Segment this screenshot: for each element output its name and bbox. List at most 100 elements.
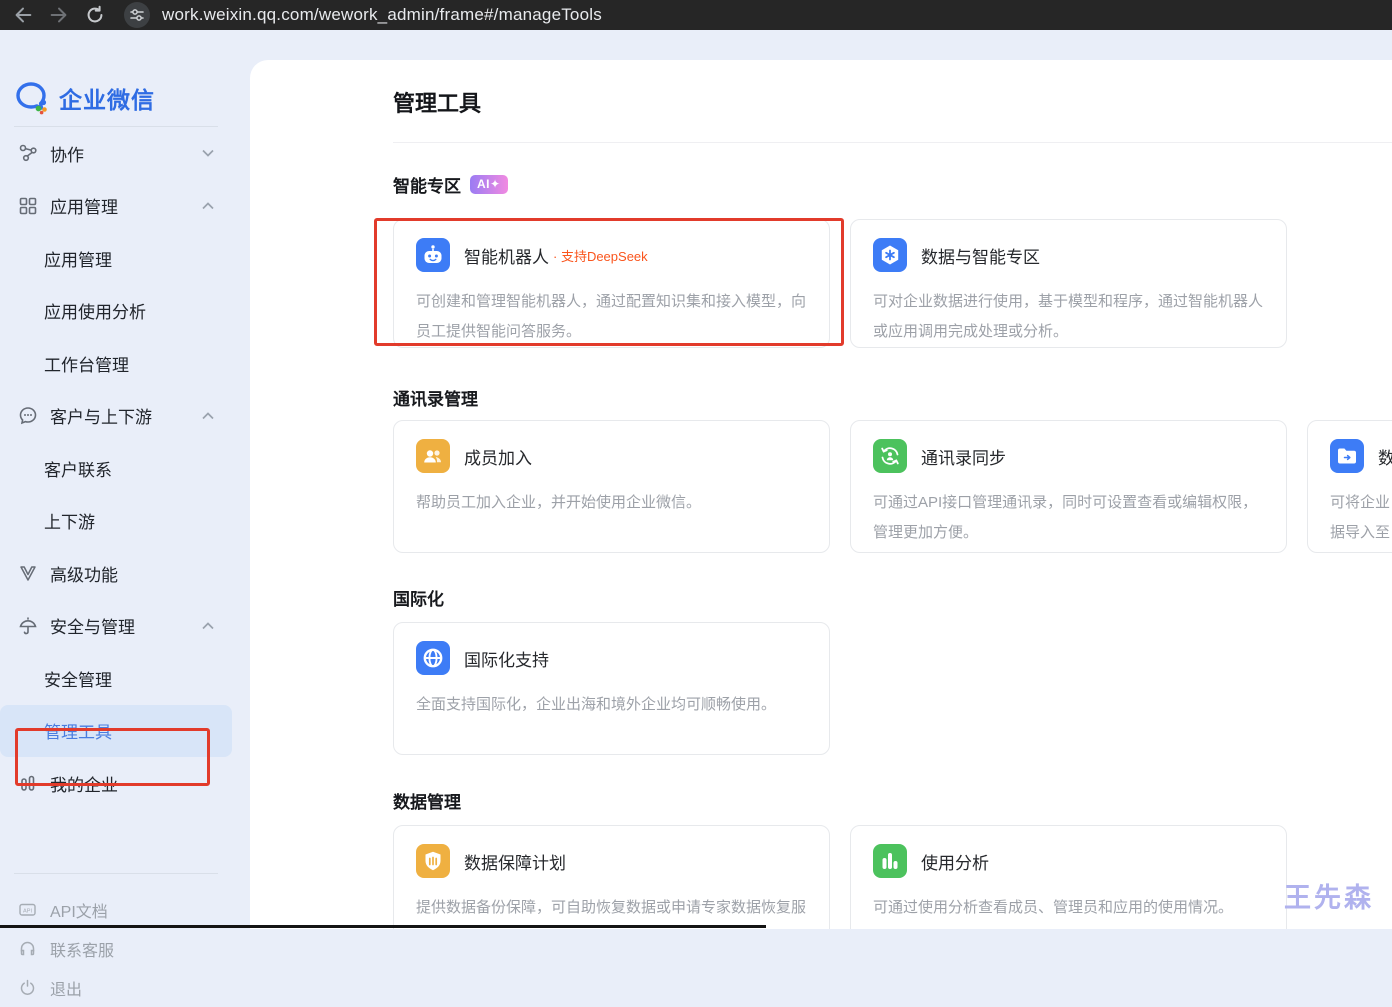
members-icon (416, 439, 450, 473)
card-row-ai-zone: 智能机器人 · 支持DeepSeek 可创建和管理智能机器人，通过配置知识集和接… (393, 219, 1287, 348)
forward-icon[interactable] (48, 4, 70, 26)
wework-logo: 企业微信 (14, 80, 155, 116)
card-row-contacts: 成员加入 帮助员工加入企业，并开始使用企业微信。 通讯录同步 可通过API接口管… (393, 420, 1392, 553)
site-settings-button[interactable] (124, 2, 150, 28)
grid-icon (18, 196, 38, 216)
data-import-card[interactable]: 数 可将企业 据导入至 (1307, 420, 1392, 553)
page-title: 管理工具 (393, 86, 481, 118)
globe-icon (416, 641, 450, 675)
sidebar-item-app-management[interactable]: 应用管理 (0, 180, 232, 233)
wework-logo-icon (14, 80, 52, 116)
sidebar-item-contact-support[interactable]: 联系客服 (0, 929, 232, 968)
site-settings-icon (129, 7, 145, 23)
back-icon[interactable] (12, 4, 34, 26)
section-heading-contacts: 通讯录管理 (393, 385, 478, 410)
reload-icon[interactable] (84, 4, 106, 26)
card-description: 可对企业数据进行使用，基于模型和程序，通过智能机器人或应用调用完成处理或分析。 (873, 287, 1264, 347)
card-title: 数据与智能专区 (921, 243, 1040, 268)
robot-icon (416, 238, 450, 272)
sidebar-item-label: 联系客服 (50, 937, 114, 961)
chevron-up-icon (202, 202, 214, 210)
card-description: 可通过API接口管理通讯录，同时可设置查看或编辑权限，管理更加方便。 (873, 488, 1264, 548)
card-description: 可将企业 据导入至 (1330, 488, 1392, 548)
sidebar-item-my-company[interactable]: 我的企业 (0, 757, 232, 810)
company-bars-icon (18, 773, 38, 793)
sidebar-item-label: 客户与上下游 (50, 403, 152, 428)
sidebar-item-collaboration[interactable]: 协作 (0, 127, 232, 180)
sidebar-item-label: 应用管理 (50, 193, 118, 218)
chevron-down-icon (202, 149, 214, 157)
sidebar-item-label: 管理工具 (44, 718, 112, 743)
sidebar-item-workbench-management[interactable]: 工作台管理 (0, 337, 232, 390)
card-description: 全面支持国际化，企业出海和境外企业均可顺畅使用。 (416, 690, 807, 720)
card-title: 智能机器人 (464, 243, 549, 268)
sync-contacts-icon (873, 439, 907, 473)
sidebar-item-label: 安全与管理 (50, 613, 135, 638)
deepseek-tag: · 支持DeepSeek (553, 246, 648, 265)
card-description: 可通过使用分析查看成员、管理员和应用的使用情况。 (873, 893, 1264, 923)
sidebar-item-up-down-stream[interactable]: 上下游 (0, 495, 232, 548)
sidebar-item-label: 安全管理 (44, 666, 112, 691)
sidebar-item-app-management-sub[interactable]: 应用管理 (0, 232, 232, 285)
section-heading-label: 数据管理 (393, 788, 461, 813)
bar-chart-icon (873, 844, 907, 878)
browser-toolbar: work.weixin.qq.com/wework_admin/frame#/m… (0, 0, 1392, 30)
headset-icon (18, 939, 37, 958)
card-row-data-management: 数据保障计划 提供数据备份保障，可自助恢复数据或申请专家数据恢复服务，全面保障企… (393, 825, 1287, 929)
member-join-card[interactable]: 成员加入 帮助员工加入企业，并开始使用企业微信。 (393, 420, 830, 553)
sidebar-item-customer-contact[interactable]: 客户联系 (0, 442, 232, 495)
card-title: 通讯录同步 (921, 444, 1006, 469)
smart-robot-card[interactable]: 智能机器人 · 支持DeepSeek 可创建和管理智能机器人，通过配置知识集和接… (393, 219, 830, 348)
ai-plus-badge: AI✦ (470, 175, 508, 194)
shield-icon (416, 844, 450, 878)
sidebar-item-label: 上下游 (44, 508, 95, 533)
data-intelligence-card[interactable]: 数据与智能专区 可对企业数据进行使用，基于模型和程序，通过智能机器人或应用调用完… (850, 219, 1287, 348)
chevron-up-icon (202, 622, 214, 630)
sidebar-item-label: 应用使用分析 (44, 298, 146, 323)
sidebar-item-security-admin[interactable]: 安全管理 (0, 652, 232, 705)
chat-bubble-icon (18, 406, 38, 426)
svg-text:API: API (23, 908, 32, 914)
api-doc-icon: API (18, 900, 37, 919)
section-heading-internationalization: 国际化 (393, 585, 444, 610)
sidebar-item-customers-chain[interactable]: 客户与上下游 (0, 390, 232, 443)
sidebar-footer: API API文档 联系客服 退出 (0, 890, 232, 1007)
umbrella-icon (18, 616, 38, 636)
section-heading-label: 国际化 (393, 585, 444, 610)
card-title: 成员加入 (464, 444, 532, 469)
usage-analysis-card[interactable]: 使用分析 可通过使用分析查看成员、管理员和应用的使用情况。 (850, 825, 1287, 929)
sidebar-item-label: 应用管理 (44, 246, 112, 271)
section-heading-data-management: 数据管理 (393, 788, 461, 813)
address-bar[interactable]: work.weixin.qq.com/wework_admin/frame#/m… (162, 5, 602, 25)
card-title: 数 (1378, 444, 1392, 469)
sidebar-item-label: 工作台管理 (44, 351, 129, 376)
advanced-v-icon (18, 563, 38, 583)
watermark-text: 王先森 (1284, 876, 1374, 915)
card-description: 提供数据备份保障，可自助恢复数据或申请专家数据恢复服务，全面保障企业数据 (416, 893, 807, 929)
contacts-sync-card[interactable]: 通讯录同步 可通过API接口管理通讯录，同时可设置查看或编辑权限，管理更加方便。 (850, 420, 1287, 553)
title-divider (393, 142, 1392, 143)
sidebar-item-advanced-features[interactable]: 高级功能 (0, 547, 232, 600)
power-icon (18, 978, 37, 997)
bottom-edge-line (0, 925, 766, 928)
wework-logo-text: 企业微信 (59, 81, 155, 115)
card-title: 使用分析 (921, 849, 989, 874)
card-title: 数据保障计划 (464, 849, 566, 874)
card-description: 帮助员工加入企业，并开始使用企业微信。 (416, 488, 807, 518)
sidebar: 企业微信 协作 应用管理 应用管理 应用使用分析 工作台管理 客户与上下游 客户… (0, 30, 232, 929)
hexagon-spark-icon (873, 238, 907, 272)
sidebar-item-security-management[interactable]: 安全与管理 (0, 600, 232, 653)
sidebar-item-logout[interactable]: 退出 (0, 968, 232, 1007)
sidebar-divider-bottom (14, 873, 218, 874)
sidebar-item-label: 高级功能 (50, 561, 118, 586)
data-protection-card[interactable]: 数据保障计划 提供数据备份保障，可自助恢复数据或申请专家数据恢复服务，全面保障企… (393, 825, 830, 929)
main-panel: 管理工具 智能专区 AI✦ 智能机器人 · 支持DeepSeek 可创建和管理智… (250, 60, 1392, 929)
i18n-support-card[interactable]: 国际化支持 全面支持国际化，企业出海和境外企业均可顺畅使用。 (393, 622, 830, 755)
sidebar-item-manage-tools[interactable]: 管理工具 (0, 705, 232, 758)
sidebar-item-label: 协作 (50, 141, 84, 166)
sidebar-item-label: API文档 (50, 898, 108, 922)
sidebar-item-app-usage-analysis[interactable]: 应用使用分析 (0, 285, 232, 338)
section-heading-label: 智能专区 (393, 172, 461, 197)
chevron-up-icon (202, 412, 214, 420)
sidebar-item-api-docs[interactable]: API API文档 (0, 890, 232, 929)
